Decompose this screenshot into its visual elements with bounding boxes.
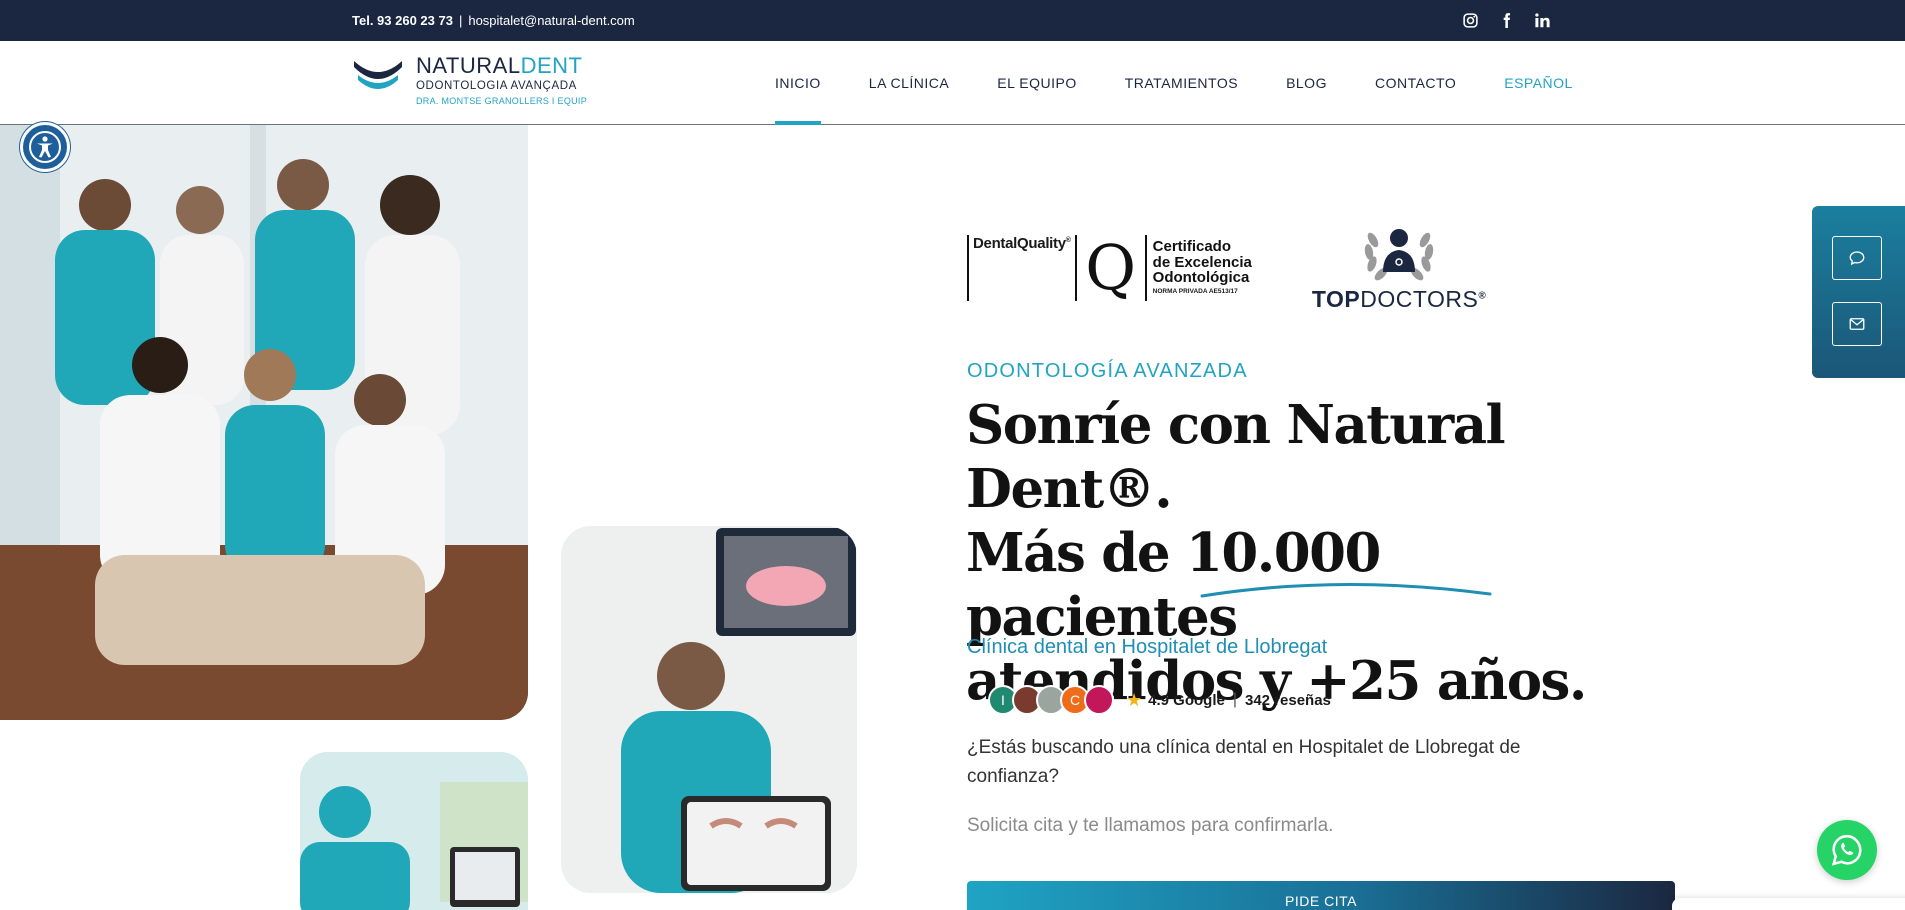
logo-brand: NATURALDENT: [416, 53, 583, 78]
accessibility-button[interactable]: [20, 122, 70, 172]
headline-line-1: Sonríe con Natural Dent®.: [966, 394, 1506, 520]
google-reviews[interactable]: I C ★ 4.9 Google | 342 reseñas: [988, 684, 1331, 716]
nav-item-blog[interactable]: BLOG: [1286, 41, 1327, 125]
logo-mark-icon: [352, 57, 404, 97]
accessibility-icon: [29, 131, 61, 163]
nav-item-la-clinica[interactable]: LA CLÍNICA: [869, 41, 949, 125]
whatsapp-icon: [1831, 834, 1862, 866]
email-link[interactable]: hospitalet@natural-dent.com: [468, 13, 634, 28]
logo-text: NATURALDENT ODONTOLOGIA AVANÇADA DRA. MO…: [416, 55, 587, 106]
avatar: [1084, 685, 1114, 715]
main-header: NATURALDENT ODONTOLOGIA AVANÇADA DRA. MO…: [0, 41, 1905, 125]
pide-cita-button[interactable]: PIDE CITA: [967, 881, 1675, 910]
top-bar: Tel. 93 260 23 73 | hospitalet@natural-d…: [0, 0, 1905, 41]
chat-bubble-icon: [1849, 251, 1865, 266]
contact-separator: |: [458, 13, 463, 28]
facebook-icon[interactable]: [1496, 10, 1516, 30]
email-button[interactable]: [1832, 302, 1882, 346]
team-photo: [0, 125, 528, 720]
logo[interactable]: NATURALDENT ODONTOLOGIA AVANÇADA DRA. MO…: [352, 55, 587, 106]
nav-item-el-equipo[interactable]: EL EQUIPO: [997, 41, 1076, 125]
envelope-icon: [1849, 318, 1865, 330]
star-icon: ★: [1126, 689, 1143, 710]
logo-doctor: DRA. MONTSE GRANOLLERS I EQUIP: [416, 95, 588, 106]
chat-button[interactable]: [1832, 236, 1882, 280]
rating-value: 4.9 Google: [1148, 691, 1225, 709]
dental-quality-name: DentalQuality®: [967, 234, 1071, 301]
hero-eyebrow: ODONTOLOGÍA AVANZADA: [967, 360, 1248, 382]
side-contact-panel: [1812, 206, 1905, 378]
instagram-icon[interactable]: [1460, 10, 1480, 30]
nav-item-contacto[interactable]: CONTACTO: [1375, 41, 1456, 125]
topdoctors-name: TOPDOCTORS®: [1311, 286, 1487, 312]
language-selector[interactable]: ESPAÑOL: [1504, 41, 1573, 125]
underline-swoosh-icon: [1200, 583, 1492, 598]
laurel-doctor-icon: [1364, 229, 1434, 281]
nav-item-tratamientos[interactable]: TRATAMIENTOS: [1125, 41, 1238, 125]
hero-headline: Sonríe con Natural Dent®. Más de 10.000 …: [966, 393, 1666, 713]
topdoctors-badge: TOPDOCTORS®: [1312, 222, 1486, 313]
reviews-count: 342 reseñas: [1244, 691, 1331, 709]
technician-photo: [300, 752, 528, 910]
certificate-text: Certificado de Excelencia Odontológica N…: [1152, 238, 1252, 296]
rating-separator: |: [1232, 691, 1237, 708]
bottom-widget-card: [1672, 898, 1905, 910]
logo-tagline: ODONTOLOGIA AVANÇADA: [416, 80, 577, 92]
reviewer-avatars: I C: [988, 685, 1114, 715]
phone-link[interactable]: Tel. 93 260 23 73: [352, 13, 453, 28]
hero-subhead: Clínica dental en Hospitalet de Llobrega…: [967, 636, 1328, 658]
hero-cta-hint: Solicita cita y te llamamos para confirm…: [967, 815, 1334, 836]
main-nav: INICIO LA CLÍNICA EL EQUIPO TRATAMIENTOS…: [775, 41, 1573, 125]
linkedin-icon[interactable]: [1532, 10, 1552, 30]
quality-q-icon: Q: [1074, 234, 1147, 301]
certification-badges: DentalQuality® Q Certificado de Excelenc…: [967, 222, 1486, 313]
contact-info: Tel. 93 260 23 73 | hospitalet@natural-d…: [352, 13, 635, 28]
nav-item-inicio[interactable]: INICIO: [775, 41, 821, 125]
dental-quality-badge: DentalQuality® Q Certificado de Excelenc…: [967, 224, 1252, 312]
social-links: [1460, 10, 1552, 30]
hero-question: ¿Estás buscando una clínica dental en Ho…: [967, 737, 1521, 787]
whatsapp-button[interactable]: [1817, 820, 1877, 880]
doctor-photo: [561, 526, 857, 893]
